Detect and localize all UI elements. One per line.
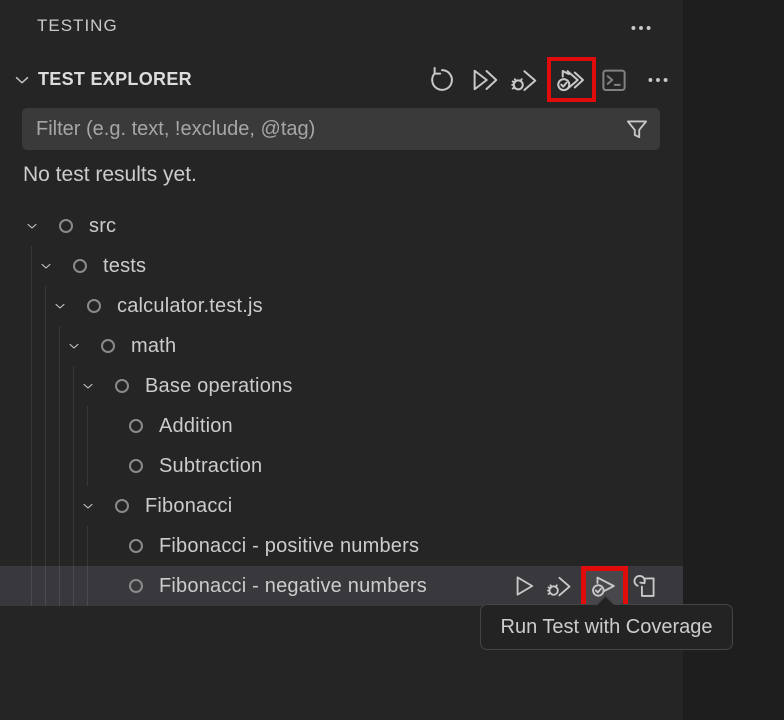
run-all-tests-button[interactable] xyxy=(468,64,500,96)
chevron-down-icon[interactable] xyxy=(80,497,96,515)
tree-item-label: Subtraction xyxy=(159,455,262,478)
test-status-circle-icon xyxy=(129,539,143,553)
chevron-down-icon[interactable] xyxy=(52,297,68,315)
debug-all-icon xyxy=(509,65,539,95)
panel-title: TESTING xyxy=(37,16,118,36)
refresh-icon xyxy=(427,65,457,95)
tooltip: Run Test with Coverage xyxy=(480,604,733,650)
tree-row-base-operations[interactable]: Base operations xyxy=(0,366,683,406)
tree-row-fibonacci-negative-numbers[interactable]: Fibonacci - negative numbers xyxy=(0,566,683,606)
tree-item-label: math xyxy=(131,335,176,358)
section-collapse-chevron[interactable] xyxy=(10,68,34,92)
run-test-button[interactable] xyxy=(509,571,539,601)
more-icon xyxy=(628,15,654,41)
chevron-down-icon[interactable] xyxy=(80,377,96,395)
test-status-circle-icon xyxy=(59,219,73,233)
panel-more-actions-button[interactable] xyxy=(626,13,656,43)
tree-item-label: Fibonacci xyxy=(145,495,232,518)
filter-options-button[interactable] xyxy=(620,112,654,146)
chevron-down-icon[interactable] xyxy=(38,257,54,275)
status-message: No test results yet. xyxy=(23,163,197,187)
test-status-circle-icon xyxy=(73,259,87,273)
test-tree: src tests calculator.test.js math Base o… xyxy=(0,206,683,606)
test-status-circle-icon xyxy=(129,419,143,433)
chevron-down-icon[interactable] xyxy=(24,217,40,235)
tree-item-label: src xyxy=(89,215,116,238)
tree-row-subtraction[interactable]: Subtraction xyxy=(0,446,683,486)
tree-item-label: Addition xyxy=(159,415,233,438)
tree-row-tests[interactable]: tests xyxy=(0,246,683,286)
filter-input[interactable] xyxy=(22,108,660,150)
test-status-circle-icon xyxy=(87,299,101,313)
tree-row-math[interactable]: math xyxy=(0,326,683,366)
run-all-tests-with-coverage-button[interactable] xyxy=(554,64,586,96)
debug-all-tests-button[interactable] xyxy=(508,64,540,96)
testing-sidebar: TESTING TEST EXPLORER xyxy=(0,0,784,720)
chevron-down-icon[interactable] xyxy=(66,337,82,355)
run-all-icon xyxy=(469,65,499,95)
tree-row-calculator-test-js[interactable]: calculator.test.js xyxy=(0,286,683,326)
test-status-circle-icon xyxy=(129,459,143,473)
test-status-circle-icon xyxy=(115,499,129,513)
test-output-terminal-button[interactable] xyxy=(598,64,630,96)
tree-row-fibonacci-positive-numbers[interactable]: Fibonacci - positive numbers xyxy=(0,526,683,566)
tree-row-addition[interactable]: Addition xyxy=(0,406,683,446)
run-all-coverage-icon xyxy=(555,65,585,95)
go-to-test-button[interactable] xyxy=(631,571,661,601)
test-status-circle-icon xyxy=(101,339,115,353)
tree-item-label: tests xyxy=(103,255,146,278)
tree-item-label: Base operations xyxy=(145,375,293,398)
terminal-icon xyxy=(599,65,629,95)
debug-test-button[interactable] xyxy=(544,571,574,601)
chevron-down-icon xyxy=(11,69,33,91)
tooltip-text: Run Test with Coverage xyxy=(501,616,713,639)
tree-row-src[interactable]: src xyxy=(0,206,683,246)
row-actions xyxy=(0,566,683,606)
filter-funnel-icon xyxy=(623,115,651,143)
test-status-circle-icon xyxy=(115,379,129,393)
tree-item-label: calculator.test.js xyxy=(117,295,263,318)
section-more-actions-button[interactable] xyxy=(642,64,674,96)
tree-row-fibonacci[interactable]: Fibonacci xyxy=(0,486,683,526)
section-title: TEST EXPLORER xyxy=(38,69,192,90)
tree-item-label: Fibonacci - positive numbers xyxy=(159,535,419,558)
refresh-tests-button[interactable] xyxy=(426,64,458,96)
more-icon xyxy=(645,67,671,93)
